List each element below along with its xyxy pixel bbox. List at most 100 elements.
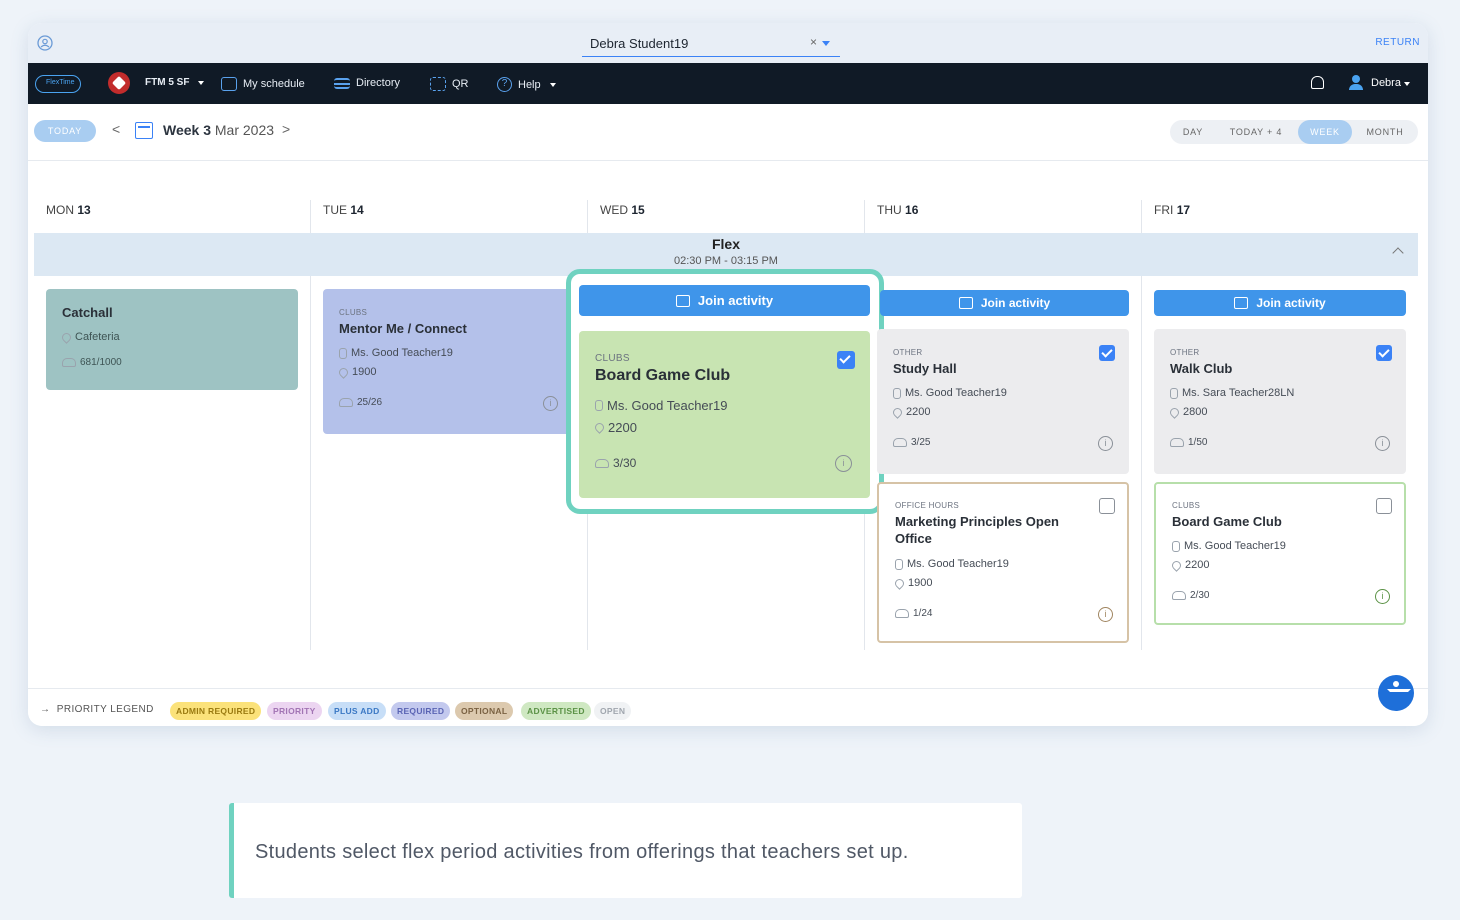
chevron-down-icon <box>1403 82 1410 86</box>
view-day[interactable]: DAY <box>1176 120 1210 144</box>
capacity-text: 1/50 <box>1188 437 1208 448</box>
day-number: 14 <box>350 203 364 217</box>
highlighted-activity: Join activity CLUBS Board Game Club Ms. … <box>566 269 884 514</box>
next-week-button[interactable]: > <box>282 121 290 137</box>
activity-card-study-hall[interactable]: OTHER Study Hall Ms. Good Teacher19 2200… <box>877 329 1129 474</box>
today-button[interactable]: TODAY <box>34 120 96 142</box>
day-name: FRI <box>1154 203 1174 217</box>
teacher-icon <box>339 347 347 359</box>
activity-room: 2200 <box>593 420 637 435</box>
room-text: 2200 <box>1185 559 1210 571</box>
day-header-tue: TUE 14 <box>323 203 364 217</box>
people-icon <box>339 398 353 407</box>
people-icon <box>895 609 909 618</box>
nav-directory[interactable]: Directory <box>334 77 400 89</box>
info-icon[interactable]: i <box>543 396 558 411</box>
location-icon <box>891 405 904 419</box>
nav-qr[interactable]: QR <box>430 77 469 91</box>
activity-name: Study Hall <box>893 361 957 376</box>
view-week[interactable]: WEEK <box>1298 120 1352 144</box>
capacity-text: 2/30 <box>1190 590 1210 601</box>
activity-name: Board Game Club <box>595 367 731 384</box>
activity-capacity: 1/24 <box>895 608 932 619</box>
join-activity-button[interactable]: Join activity <box>1154 290 1406 316</box>
activity-teacher: Ms. Sara Teacher28LN <box>1170 387 1294 399</box>
school-logo-icon <box>108 72 130 94</box>
capacity-text: 3/30 <box>613 456 637 470</box>
clear-icon[interactable]: × <box>810 35 817 49</box>
activity-name: Walk Club <box>1170 361 1233 376</box>
legend-optional: OPTIONAL <box>455 702 514 720</box>
join-activity-button[interactable]: Join activity <box>880 290 1129 316</box>
calendar-clock-icon <box>958 297 973 309</box>
activity-teacher: Ms. Good Teacher19 <box>595 398 727 413</box>
activity-teacher: Ms. Good Teacher19 <box>893 387 1007 399</box>
info-icon[interactable]: i <box>835 455 852 472</box>
accessibility-icon[interactable] <box>1378 675 1414 711</box>
unselected-checkbox[interactable] <box>1099 498 1115 514</box>
activity-card-marketing-office[interactable]: OFFICE HOURS Marketing Principles Open O… <box>877 482 1129 643</box>
teacher-icon <box>595 400 603 411</box>
activity-card-walk-club[interactable]: OTHER Walk Club Ms. Sara Teacher28LN 280… <box>1154 329 1406 474</box>
info-icon[interactable]: i <box>1098 607 1113 622</box>
view-today-plus-4[interactable]: TODAY + 4 <box>1220 120 1292 144</box>
activity-room: 2800 <box>1168 405 1207 419</box>
teacher-text: Ms. Good Teacher19 <box>607 398 728 413</box>
activity-card-board-game-fri[interactable]: CLUBS Board Game Club Ms. Good Teacher19… <box>1154 482 1406 625</box>
people-icon <box>62 358 76 367</box>
legend-required: REQUIRED <box>391 702 451 720</box>
nav-help[interactable]: ? Help <box>497 77 556 92</box>
day-name: TUE <box>323 203 347 217</box>
people-icon <box>1172 591 1186 600</box>
capacity-text: 3/25 <box>911 437 931 448</box>
location-icon <box>60 330 73 344</box>
location-icon <box>1170 558 1183 572</box>
activity-card-board-game[interactable]: CLUBS Board Game Club Ms. Good Teacher19… <box>579 331 870 498</box>
day-number: 17 <box>1176 203 1191 217</box>
return-link[interactable]: RETURN <box>1375 37 1420 48</box>
day-number: 13 <box>77 203 91 217</box>
qr-code-icon <box>430 77 446 91</box>
chevron-down-icon[interactable] <box>822 41 830 46</box>
activity-capacity: 681/1000 <box>62 357 122 368</box>
activity-name: Board Game Club <box>1172 514 1282 529</box>
selected-checkbox[interactable] <box>837 351 855 369</box>
info-icon[interactable]: i <box>1375 436 1390 451</box>
list-icon <box>334 77 350 89</box>
activity-teacher: Ms. Good Teacher19 <box>895 558 1009 570</box>
activity-card-mentor[interactable]: CLUBS Mentor Me / Connect Ms. Good Teach… <box>323 289 575 434</box>
activity-room: 2200 <box>891 405 930 419</box>
view-toggle: DAY TODAY + 4 WEEK MONTH <box>1170 120 1418 144</box>
calendar-icon[interactable] <box>135 122 153 139</box>
app-logo[interactable]: FlexTime <box>35 75 81 93</box>
legend-open: OPEN <box>594 702 632 720</box>
join-activity-label: Join activity <box>1256 296 1326 310</box>
selected-checkbox[interactable] <box>1376 345 1392 361</box>
selected-checkbox[interactable] <box>1099 345 1115 361</box>
unselected-checkbox[interactable] <box>1376 498 1392 514</box>
teacher-icon <box>893 387 901 399</box>
user-name-label: Debra <box>1371 77 1401 89</box>
user-menu[interactable]: Debra <box>1371 77 1410 89</box>
user-switch-icon[interactable] <box>36 34 54 52</box>
activity-category: CLUBS <box>339 308 368 317</box>
nav-directory-label: Directory <box>356 77 401 89</box>
nav-help-label: Help <box>518 78 541 91</box>
view-month[interactable]: MONTH <box>1358 120 1412 144</box>
user-icon[interactable] <box>1349 75 1363 90</box>
join-activity-button[interactable]: Join activity <box>579 285 870 316</box>
teacher-icon <box>1172 540 1180 552</box>
caption-box: Students select flex period activities f… <box>229 803 1022 898</box>
student-select[interactable]: Debra Student19 × <box>582 31 840 57</box>
nav-my-schedule[interactable]: My schedule <box>221 77 305 91</box>
flex-period-title: Flex <box>711 236 740 252</box>
activity-card-catchall[interactable]: Catchall Cafeteria 681/1000 <box>46 289 298 390</box>
info-icon[interactable]: i <box>1375 589 1390 604</box>
prev-week-button[interactable]: < <box>112 121 120 137</box>
chevron-down-icon <box>198 80 205 85</box>
day-number: 16 <box>905 203 919 217</box>
school-dropdown[interactable]: FTM 5 SF <box>145 77 205 88</box>
info-icon[interactable]: i <box>1098 436 1113 451</box>
activity-capacity: 2/30 <box>1172 590 1209 601</box>
bell-icon[interactable] <box>1311 76 1324 89</box>
